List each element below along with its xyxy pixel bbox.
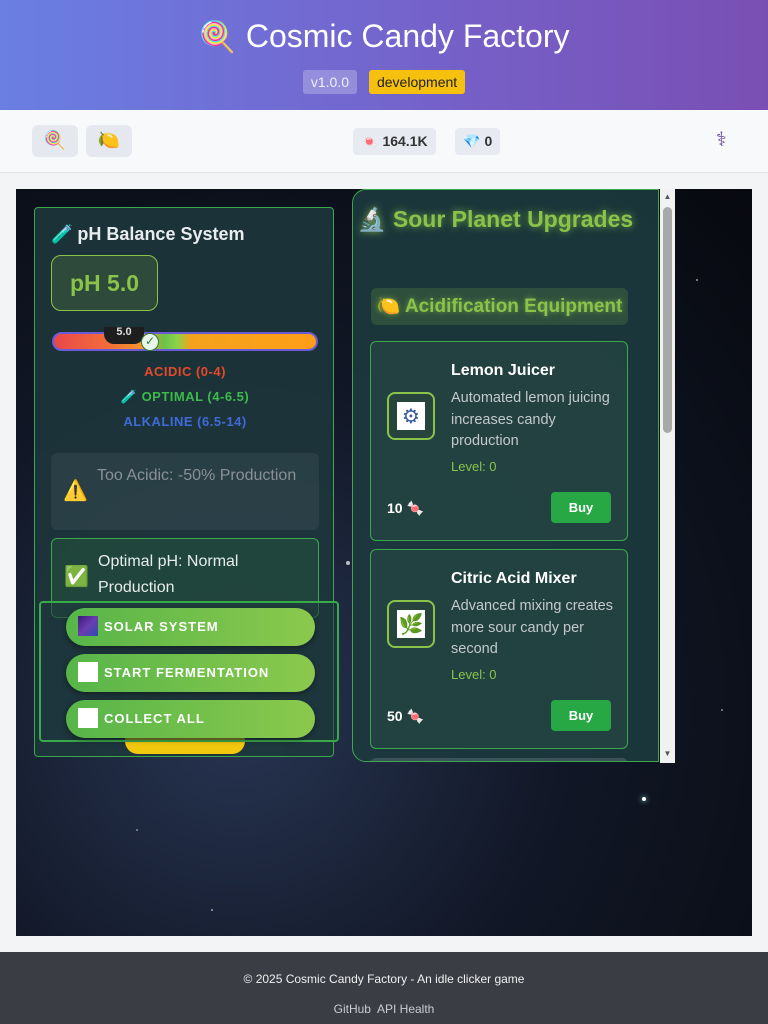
upgrade-cost: 50 🍬: [387, 708, 424, 725]
scrollbar-thumb[interactable]: [663, 207, 672, 433]
footer-links: GitHub API Health: [0, 1002, 768, 1016]
app-header: 🍭 Cosmic Candy Factory v1.0.0 development: [0, 0, 768, 110]
ph-legend-alkaline: ALKALINE (6.5-14): [123, 414, 247, 429]
lemon-planet-button[interactable]: 🍋: [86, 125, 132, 157]
candy-icon: 🍬: [406, 709, 425, 725]
upgrade-description: Automated lemon juicing increases candy …: [451, 390, 610, 449]
upgrade-cost-value: 50: [387, 708, 403, 724]
star: [346, 561, 350, 565]
gem-counter: 💎 0: [455, 128, 501, 155]
caduceus-icon[interactable]: ⚕: [716, 127, 727, 151]
scroll-down-arrow-icon[interactable]: ▼: [660, 746, 675, 761]
version-badge: v1.0.0: [302, 70, 357, 94]
upgrade-name: Lemon Juicer: [451, 362, 556, 379]
upgrades-title-text: Sour Planet Upgrades: [392, 206, 634, 232]
environment-badge: development: [368, 70, 466, 94]
upgrade-description: Advanced mixing creates more sour candy …: [451, 598, 613, 657]
solar-system-label: SOLAR SYSTEM: [104, 619, 219, 634]
ph-value-display: pH 5.0: [51, 255, 158, 311]
lemon-icon: 🍋: [376, 295, 401, 317]
status-too-acidic-text: Too Acidic: -50% Production: [97, 467, 297, 484]
test-tube-icon: 🧪: [120, 390, 138, 405]
candy-count: 164.1K: [382, 133, 428, 149]
upgrade-card-next: [370, 758, 628, 761]
ph-panel-title-text: pH Balance System: [77, 224, 245, 244]
action-buttons-panel: SOLAR SYSTEM START FERMENTATION COLLECT …: [39, 601, 339, 742]
leaf-orb-icon: 🌿: [397, 610, 425, 638]
status-too-acidic: ⚠️ Too Acidic: -50% Production: [51, 453, 319, 530]
status-optimal-text: Optimal pH: Normal Production: [98, 553, 239, 596]
check-icon: ✓: [141, 333, 159, 351]
star: [642, 797, 646, 801]
app-title: 🍭 Cosmic Candy Factory: [0, 16, 768, 58]
gear-icon: ⚙: [397, 402, 425, 430]
upgrades-title: 🔬 Sour Planet Upgrades: [353, 205, 638, 235]
lollipop-icon: 🍭: [198, 20, 236, 55]
upgrade-card-citric-acid-mixer: 🌿 Citric Acid Mixer Advanced mixing crea…: [370, 549, 628, 749]
acidification-equipment-header: 🍋 Acidification Equipment: [371, 288, 628, 325]
buy-button[interactable]: Buy: [551, 492, 611, 523]
star: [136, 829, 138, 831]
star: [211, 909, 213, 911]
star: [696, 279, 698, 281]
solar-system-button[interactable]: SOLAR SYSTEM: [66, 608, 315, 646]
ph-legend-optimal-text: OPTIMAL (4-6.5): [141, 389, 250, 404]
upgrade-cost: 10 🍬: [387, 500, 424, 517]
toolbar: 🍭 🍋 🍬 164.1K 💎 0: [0, 110, 768, 173]
test-tube-icon: 🧪: [51, 224, 74, 245]
upgrade-card-lemon-juicer: ⚙ Lemon Juicer Automated lemon juicing i…: [370, 341, 628, 541]
fermentation-icon: [78, 662, 98, 683]
upgrades-scrollbar[interactable]: ▲ ▼: [660, 189, 675, 763]
star: [721, 709, 723, 711]
lemon-icon: 🍋: [97, 130, 121, 151]
upgrade-name: Citric Acid Mixer: [451, 570, 577, 587]
buy-button[interactable]: Buy: [551, 700, 611, 731]
footer: © 2025 Cosmic Candy Factory - An idle cl…: [0, 952, 768, 1024]
ph-panel-title: 🧪 pH Balance System: [51, 224, 245, 245]
collect-all-button[interactable]: COLLECT ALL: [66, 700, 315, 738]
upgrade-icon-frame: 🌿: [387, 600, 435, 648]
candy-icon: 🍬: [361, 134, 379, 150]
upgrade-icon-frame: ⚙: [387, 392, 435, 440]
upgrade-cost-value: 10: [387, 500, 403, 516]
lollipop-planet-button[interactable]: 🍭: [32, 125, 78, 157]
gem-count: 0: [484, 133, 493, 149]
section-title-text: Acidification Equipment: [404, 296, 623, 317]
check-mark-icon: ✅: [64, 564, 89, 588]
candy-counter: 🍬 164.1K: [353, 128, 436, 155]
start-fermentation-label: START FERMENTATION: [104, 665, 270, 680]
lollipop-icon: 🍭: [43, 130, 67, 151]
copyright-text: © 2025 Cosmic Candy Factory - An idle cl…: [243, 972, 525, 986]
api-health-link[interactable]: API Health: [377, 1002, 434, 1016]
collect-all-label: COLLECT ALL: [104, 711, 205, 726]
ph-legend-optimal: 🧪 OPTIMAL (4-6.5): [35, 389, 333, 405]
upgrade-level: Level: 0: [451, 459, 497, 474]
github-link[interactable]: GitHub: [334, 1002, 371, 1016]
collect-icon: [78, 708, 98, 729]
game-area: 🧪 pH Balance System pH 5.0 5.0 ✓ ACIDIC (…: [16, 189, 752, 936]
galaxy-icon: [78, 616, 98, 637]
scroll-up-arrow-icon[interactable]: ▲: [660, 189, 675, 204]
ph-marker[interactable]: 5.0: [104, 327, 144, 344]
start-fermentation-button[interactable]: START FERMENTATION: [66, 654, 315, 692]
sour-planet-upgrades-panel: 🔬 Sour Planet Upgrades 🍋 Acidification E…: [352, 189, 659, 762]
candy-icon: 🍬: [406, 501, 425, 517]
ph-gradient-bar: [52, 332, 318, 351]
microscope-icon: 🔬: [357, 207, 387, 233]
gem-icon: 💎: [463, 134, 481, 150]
upgrade-level: Level: 0: [451, 667, 497, 682]
warning-icon: ⚠️: [63, 478, 88, 502]
ph-legend-acidic: ACIDIC (0-4): [144, 364, 226, 379]
app-title-text: Cosmic Candy Factory: [245, 18, 570, 54]
